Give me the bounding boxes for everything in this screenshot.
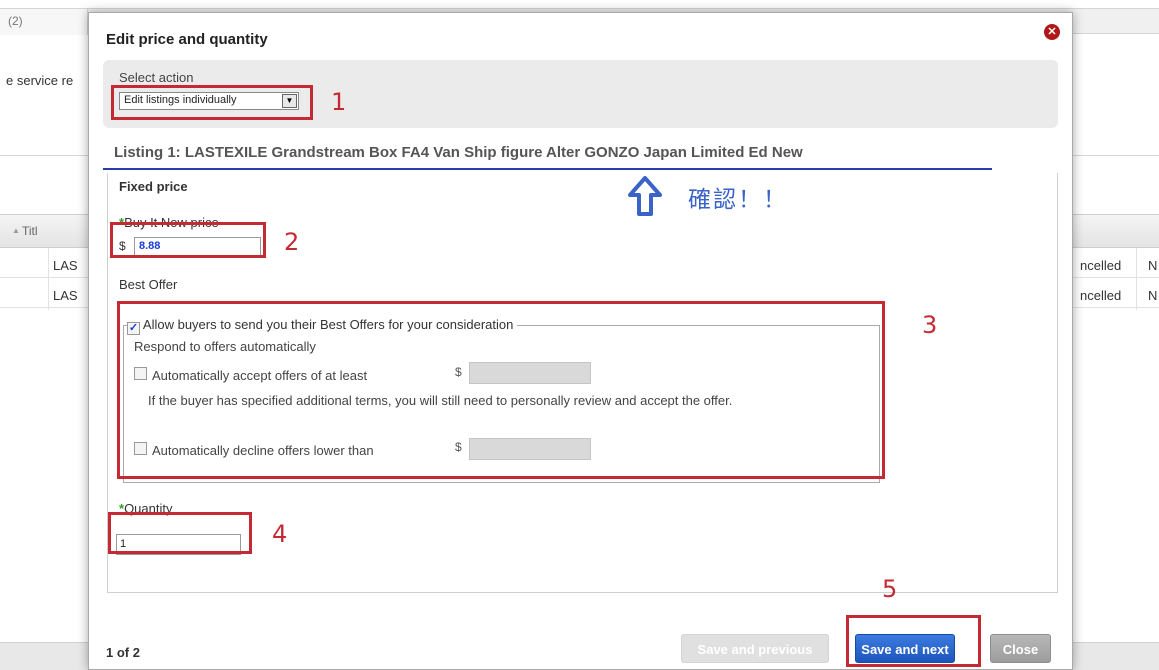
annotation-box-1 bbox=[111, 85, 313, 120]
close-icon[interactable]: ✕ bbox=[1044, 24, 1060, 40]
row-title: LAS bbox=[53, 258, 78, 273]
annotation-number-2: 2 bbox=[284, 228, 300, 256]
row-title: LAS bbox=[53, 288, 78, 303]
row-extra: N bbox=[1148, 288, 1158, 303]
row-extra: N bbox=[1148, 258, 1158, 273]
listing-title: Listing 1: LASTEXILE Grandstream Box FA4… bbox=[114, 144, 803, 161]
annotation-box-5 bbox=[846, 615, 981, 667]
annotation-number-1: 1 bbox=[331, 88, 347, 116]
background-tab[interactable]: (2) bbox=[0, 9, 88, 35]
annotation-box-2 bbox=[110, 222, 266, 258]
close-button[interactable]: Close bbox=[990, 634, 1051, 663]
annotation-box-4 bbox=[108, 512, 252, 554]
annotation-number-5: 5 bbox=[882, 575, 898, 603]
fixed-price-label: Fixed price bbox=[119, 179, 188, 194]
row-status: ncelled bbox=[1080, 258, 1122, 273]
background-service-text: e service re bbox=[6, 73, 74, 88]
annotation-number-3: 3 bbox=[922, 311, 938, 339]
best-offer-label: Best Offer bbox=[119, 277, 178, 292]
row-status: ncelled bbox=[1080, 288, 1122, 303]
listing-underline bbox=[103, 168, 992, 170]
arrow-up-icon bbox=[628, 176, 662, 216]
save-and-previous-button[interactable]: Save and previous bbox=[681, 634, 829, 663]
annotation-box-3 bbox=[117, 301, 885, 479]
background-column-title[interactable]: Titl bbox=[22, 224, 38, 238]
annotation-number-4: 4 bbox=[272, 520, 288, 548]
select-action-label: Select action bbox=[119, 70, 194, 85]
page-count: 1 of 2 bbox=[106, 645, 140, 660]
confirm-annotation-text: 確認！！ bbox=[688, 187, 788, 213]
dialog-title: Edit price and quantity bbox=[106, 31, 268, 48]
sort-icon[interactable]: ▲ bbox=[12, 226, 20, 235]
